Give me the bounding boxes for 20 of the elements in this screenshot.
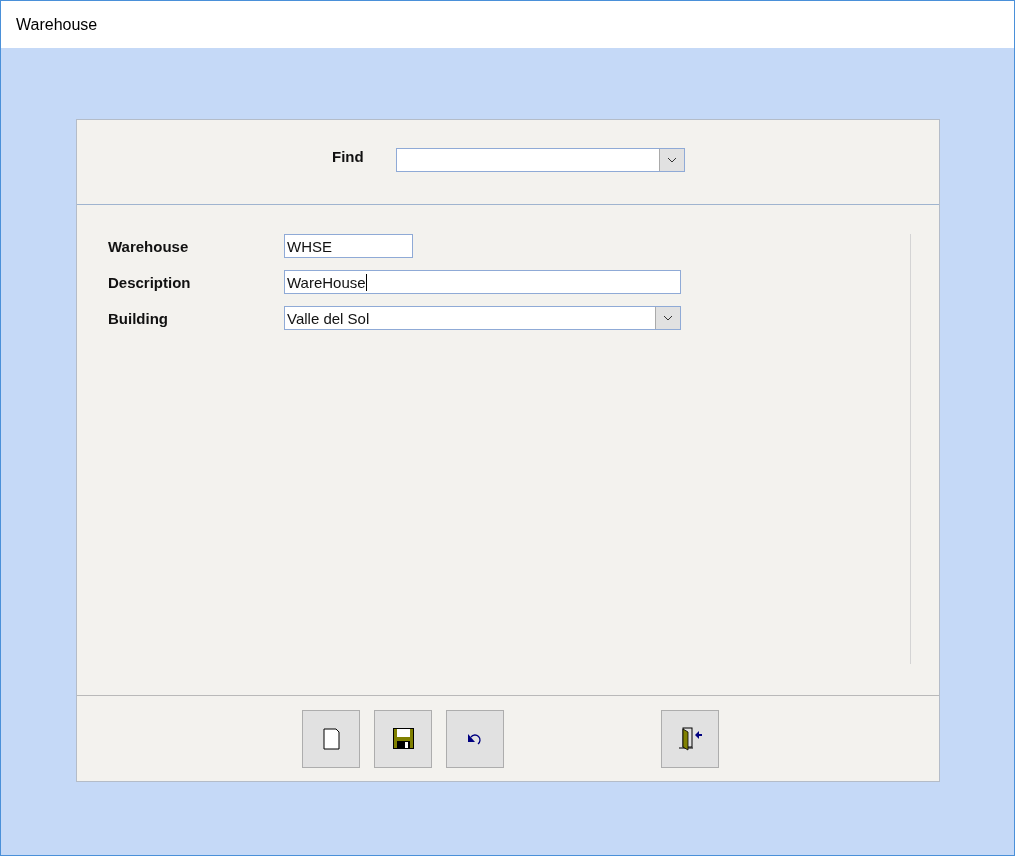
chevron-down-icon [666, 157, 677, 163]
find-dropdown[interactable] [395, 148, 685, 172]
exit-button[interactable] [661, 709, 719, 768]
find-label: Find [332, 148, 364, 165]
window-title: Warehouse [16, 15, 98, 34]
input-field[interactable]: WareHouse [284, 270, 681, 294]
field-label: Building [108, 309, 169, 327]
field-label: Description [108, 273, 192, 291]
new-button[interactable] [302, 709, 360, 768]
undo-arrow-icon [467, 731, 483, 746]
door-exit-icon [677, 726, 703, 751]
blank-page-icon [322, 727, 340, 750]
save-button[interactable] [374, 709, 432, 768]
undo-button[interactable] [446, 709, 504, 768]
dropdown-field[interactable]: Valle del Sol [284, 306, 681, 330]
dropdown-button[interactable] [658, 149, 684, 171]
dropdown-button[interactable] [655, 307, 680, 329]
input-field[interactable]: WHSE [284, 234, 413, 258]
field-label: Warehouse [108, 237, 190, 255]
chevron-down-icon [663, 315, 673, 321]
